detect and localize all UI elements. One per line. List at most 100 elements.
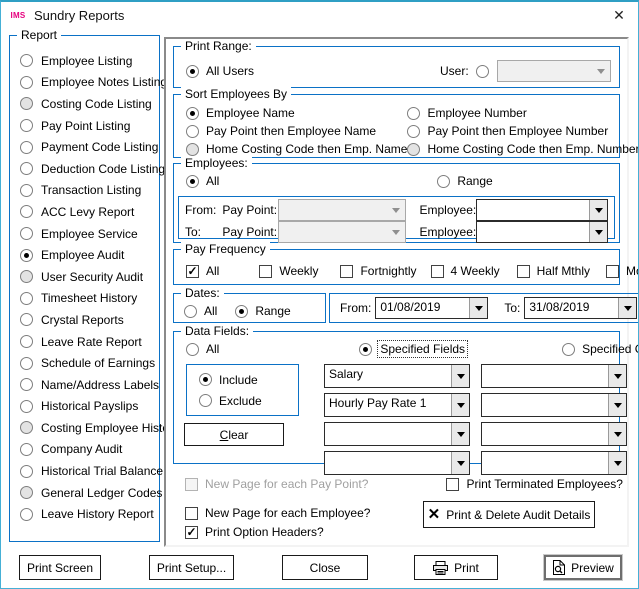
radio-icon[interactable] [20,292,33,305]
radio-icon[interactable] [186,65,199,78]
chevron-down-icon[interactable] [608,365,626,387]
report-radio-option[interactable]: Employee Audit [20,244,155,266]
radio-icon[interactable] [359,343,372,356]
report-radio-option[interactable]: Timesheet History [20,288,155,310]
radio-icon[interactable] [20,508,33,521]
radio-icon[interactable] [20,270,33,283]
report-radio-option[interactable]: Leave History Report [20,503,155,525]
radio-icon[interactable] [20,443,33,456]
field-combobox[interactable]: Hourly Pay Rate 1 [324,393,470,417]
from-pay-point-combobox[interactable] [278,199,405,221]
freq-option[interactable]: ✓ Monthly [606,264,639,278]
sort-option[interactable]: Home Costing Code then Emp. Name [186,141,407,157]
radio-icon[interactable] [20,421,33,434]
report-radio-option[interactable]: Transaction Listing [20,180,155,202]
print-button[interactable]: Print [414,555,498,580]
report-radio-option[interactable]: Costing Employee History [20,417,155,439]
include-option[interactable]: Include [199,373,298,387]
field-combobox[interactable]: Salary [324,364,470,388]
chevron-down-icon[interactable] [618,298,636,318]
radio-icon[interactable] [20,400,33,413]
checkbox-icon[interactable]: ✓ [185,507,198,520]
radio-icon[interactable] [20,54,33,67]
checkbox-icon[interactable]: ✓ [340,265,353,278]
radio-icon[interactable] [186,125,199,138]
print-setup-button[interactable]: Print Setup... [149,555,234,580]
radio-icon[interactable] [186,143,199,156]
chevron-down-icon[interactable] [589,200,607,220]
radio-icon[interactable] [562,343,575,356]
print-terminated-option[interactable]: ✓ Print Terminated Employees? [446,477,623,491]
radio-icon[interactable] [184,305,197,318]
report-radio-option[interactable]: Employee Notes Listing [20,72,155,94]
checkbox-icon[interactable]: ✓ [517,265,530,278]
radio-icon[interactable] [20,162,33,175]
radio-icon[interactable] [199,373,212,386]
chevron-down-icon[interactable] [387,200,405,220]
print-delete-audit-button[interactable]: ✕ Print & Delete Audit Details [423,501,595,528]
chevron-down-icon[interactable] [387,222,405,242]
report-radio-option[interactable]: Employee Service [20,223,155,245]
chevron-down-icon[interactable] [451,423,469,445]
date-to-combobox[interactable]: 31/08/2019 [524,297,637,319]
field-combobox[interactable] [324,422,470,446]
checkbox-icon[interactable]: ✓ [185,526,198,539]
all-users-option[interactable]: All Users [186,64,254,78]
specified-fields-option[interactable]: Specified Fields [359,342,466,356]
print-option-headers-option[interactable]: ✓ Print Option Headers? [185,525,324,539]
radio-icon[interactable] [407,107,420,120]
freq-option[interactable]: ✓ Weekly [259,264,318,278]
radio-icon[interactable] [20,486,33,499]
date-from-combobox[interactable]: 01/08/2019 [375,297,488,319]
radio-icon[interactable] [20,378,33,391]
freq-option[interactable]: ✓ Fortnightly [340,264,416,278]
radio-icon[interactable] [20,97,33,110]
freq-option[interactable]: ✓ Half Mthly [517,264,590,278]
report-radio-option[interactable]: User Security Audit [20,266,155,288]
preview-button[interactable]: Preview [544,555,622,580]
field-combobox[interactable] [481,393,627,417]
radio-icon[interactable] [437,175,450,188]
report-radio-option[interactable]: Name/Address Labels [20,374,155,396]
report-radio-option[interactable]: Pay Point Listing [20,115,155,137]
radio-icon[interactable] [20,76,33,89]
user-combobox[interactable] [497,60,611,82]
sort-option[interactable]: Pay Point then Employee Name [186,123,407,139]
report-radio-option[interactable]: General Ledger Codes [20,482,155,504]
radio-icon[interactable] [235,305,248,318]
radio-icon[interactable] [20,249,33,262]
specified-groups-option[interactable]: Specified Groups [562,342,639,356]
radio-icon[interactable] [186,343,199,356]
report-radio-option[interactable]: ACC Levy Report [20,201,155,223]
checkbox-icon[interactable]: ✓ [606,265,619,278]
sort-option[interactable]: Home Costing Code then Emp. Number [407,141,639,157]
checkbox-icon[interactable]: ✓ [431,265,444,278]
field-combobox[interactable] [481,422,627,446]
exclude-option[interactable]: Exclude [199,394,298,408]
chevron-down-icon[interactable] [589,222,607,242]
new-page-employee-option[interactable]: ✓ New Page for each Employee? [185,506,370,520]
sort-option[interactable]: Employee Name [186,105,407,121]
field-combobox[interactable] [481,364,627,388]
checkbox-icon[interactable]: ✓ [259,265,272,278]
report-radio-option[interactable]: Historical Trial Balance [20,460,155,482]
report-radio-option[interactable]: Company Audit [20,439,155,461]
from-employee-combobox[interactable] [476,199,608,221]
sort-option[interactable]: Pay Point then Employee Number [407,123,639,139]
checkbox-icon[interactable]: ✓ [446,478,459,491]
radio-icon[interactable] [20,465,33,478]
chevron-down-icon[interactable] [451,394,469,416]
freq-option[interactable]: ✓ 4 Weekly [431,264,500,278]
radio-icon[interactable] [20,357,33,370]
chevron-down-icon[interactable] [608,394,626,416]
print-screen-button[interactable]: Print Screen [19,555,101,580]
report-radio-option[interactable]: Employee Listing [20,50,155,72]
new-page-pay-point-option[interactable]: ✓ New Page for each Pay Point? [185,477,368,491]
chevron-down-icon[interactable] [451,365,469,387]
to-pay-point-combobox[interactable] [278,221,405,243]
radio-icon[interactable] [407,143,420,156]
employees-all-option[interactable]: All [186,174,219,188]
user-option[interactable]: User: [440,64,489,78]
freq-option[interactable]: ✓ All [186,264,219,278]
to-employee-combobox[interactable] [476,221,608,243]
